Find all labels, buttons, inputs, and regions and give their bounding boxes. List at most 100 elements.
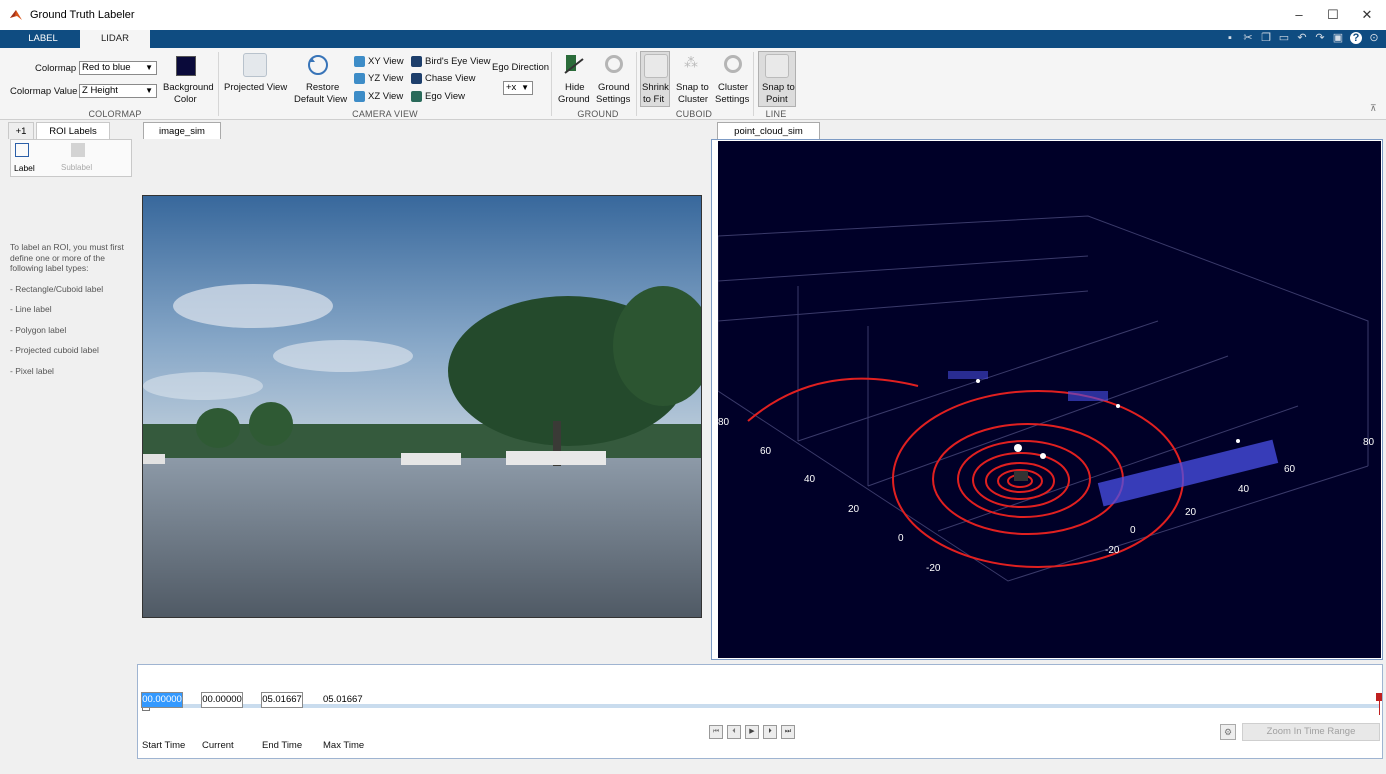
snap-cluster-label-1[interactable]: Snap to [676,82,709,93]
restore-label-2[interactable]: Default View [294,94,347,105]
hide-ground-icon[interactable] [563,53,585,77]
chase-view-button[interactable]: Chase View [411,73,476,84]
restore-label-1[interactable]: Restore [306,82,339,93]
projected-view-icon[interactable] [243,53,267,77]
birds-eye-view-button[interactable]: Bird's Eye View [411,56,491,67]
save-icon[interactable]: ▪ [1224,32,1236,44]
first-frame-icon[interactable]: ⏮ [709,725,723,739]
title-bar: Ground Truth Labeler – ☐ ✕ [0,0,1386,30]
colormap-dropdown[interactable]: Red to blue ▼ [79,61,157,75]
label-button[interactable]: Label [14,163,35,173]
snap-point-label-1: Snap to [762,82,795,93]
help-intro: To label an ROI, you must first define o… [10,242,124,273]
ground-settings-label-2[interactable]: Settings [596,94,630,105]
cluster-settings-label-1[interactable]: Cluster [718,82,748,93]
cube-icon [354,56,365,67]
end-flag-pole [1379,693,1380,715]
end-time-field[interactable]: 05.01667 [261,692,303,708]
xy-view-button[interactable]: XY View [354,56,404,67]
tab-plus-one[interactable]: +1 [8,122,34,139]
layout-icon[interactable]: ▣ [1332,32,1344,44]
point-cloud-axes[interactable]: -20 0 20 40 60 80 -20 0 20 40 60 80 [718,141,1381,658]
yz-view-button[interactable]: YZ View [354,73,403,84]
collapse-ribbon-icon[interactable]: ⊼ [1370,103,1377,114]
paste-icon[interactable]: ▭ [1278,32,1290,44]
close-button[interactable]: ✕ [1352,4,1382,26]
roi-labels-panel: +1 ROI Labels Label Sublabel To label an… [8,122,135,760]
hide-label[interactable]: Hide [565,82,585,93]
add-label-icon[interactable] [15,143,29,157]
tab-lidar[interactable]: LIDAR [80,30,150,48]
last-frame-icon[interactable]: ⏭ [781,725,795,739]
y-tick: 80 [718,417,730,428]
chevron-down-icon: ▼ [145,86,153,95]
start-time-label: Start Time [142,740,186,751]
yz-view-label: YZ View [368,73,404,85]
tab-image-sim[interactable]: image_sim [143,122,221,139]
undo-icon[interactable]: ↶ [1296,32,1308,44]
x-tick: 40 [1238,484,1250,495]
ground-settings-label-1[interactable]: Ground [598,82,630,93]
minimize-button[interactable]: – [1284,4,1314,26]
ground-label[interactable]: Ground [558,94,590,105]
ego-direction-dropdown[interactable]: +x ▼ [503,81,533,95]
help-item: - Polygon label [10,324,67,335]
add-sublabel-icon[interactable] [71,143,85,157]
ribbon: Colormap Red to blue ▼ Colormap Value Z H… [0,48,1386,120]
background-color-swatch[interactable] [176,56,196,76]
cluster-settings-label-2[interactable]: Settings [715,94,749,105]
shrink-icon [644,54,668,78]
divider [753,52,754,116]
y-tick: 0 [898,533,904,544]
y-tick: 40 [804,474,816,485]
previous-frame-icon[interactable]: ⏴ [727,725,741,739]
help-item: - Rectangle/Cuboid label [10,283,104,294]
zoom-in-time-range-button[interactable]: Zoom In Time Range [1242,723,1380,741]
snap-cluster-label-2[interactable]: Cluster [678,94,708,105]
cut-icon[interactable]: ✂ [1242,32,1254,44]
copy-icon[interactable]: ❐ [1260,32,1272,44]
chase-view-label: Chase View [425,73,476,85]
help-item: - Projected cuboid label [10,345,99,355]
restore-view-icon[interactable] [306,53,330,77]
snap-to-cluster-icon[interactable]: ⁂ [681,54,701,74]
section-cuboid: CUBOID [675,109,713,119]
options-icon[interactable]: ⊙ [1368,32,1380,44]
gear-icon[interactable] [724,55,742,73]
x-tick: -20 [1105,545,1120,556]
ego-view-button[interactable]: Ego View [411,91,465,102]
next-frame-icon[interactable]: ⏵ [763,725,777,739]
divider [636,52,637,116]
snap-to-point-icon [765,54,789,78]
tab-label[interactable]: LABEL [8,30,78,48]
maximize-button[interactable]: ☐ [1318,4,1348,26]
shrink-label-2: to Fit [643,94,665,105]
xz-view-label: XZ View [368,91,404,103]
y-tick: 60 [760,446,772,457]
current-time-field[interactable]: 00.00000 [201,692,243,708]
play-icon[interactable]: ▶ [745,725,759,739]
xz-view-button[interactable]: XZ View [354,91,403,102]
y-tick: -20 [926,563,941,574]
tab-point-cloud-sim[interactable]: point_cloud_sim [717,122,820,139]
window-title: Ground Truth Labeler [30,9,135,21]
background-label: Background [163,82,214,93]
x-tick: 60 [1284,464,1296,475]
start-time-field[interactable]: 00.00000 [141,692,183,708]
colormap-value-dropdown[interactable]: Z Height ▼ [79,84,157,98]
tab-roi-labels[interactable]: ROI Labels [36,122,110,139]
section-ground: GROUND [577,109,619,119]
camera-image[interactable] [142,195,702,618]
max-time-label: Max Time [323,740,365,751]
zoom-settings-icon[interactable]: ⚙ [1220,724,1236,740]
chevron-down-icon: ▼ [145,63,153,72]
label-toolbar: Label Sublabel [10,139,132,177]
redo-icon[interactable]: ↷ [1314,32,1326,44]
gear-icon[interactable] [605,55,623,73]
projected-view-label[interactable]: Projected View [224,82,287,93]
sublabel-button[interactable]: Sublabel [61,163,92,172]
section-camera-view: CAMERA VIEW [352,109,418,119]
matlab-logo-icon [10,10,22,20]
divider [551,52,552,116]
help-icon[interactable]: ? [1350,32,1362,44]
